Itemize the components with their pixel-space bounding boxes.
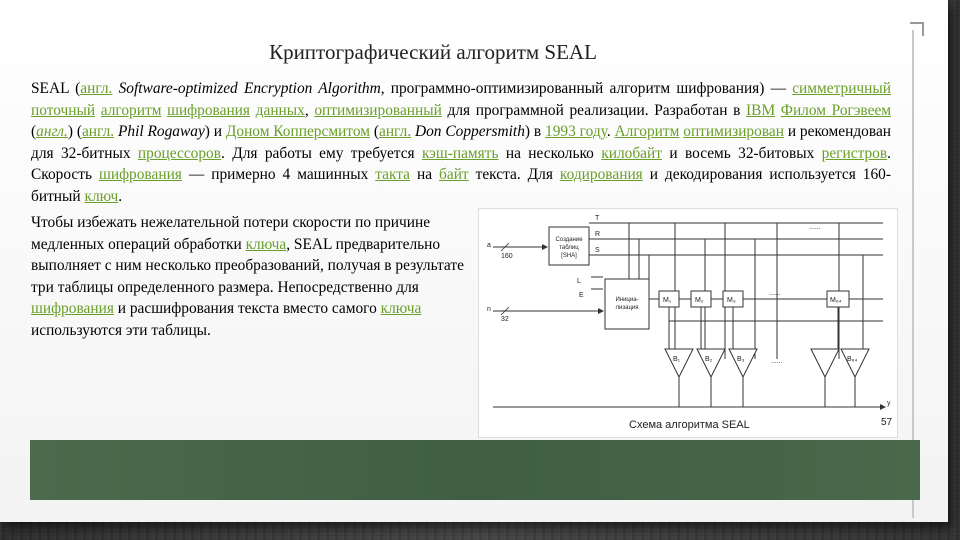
reg-label-3: M₃	[727, 297, 736, 304]
slide: Криптографический алгоритм SEAL SEAL (ан…	[0, 0, 948, 522]
slide-title: Криптографический алгоритм SEAL	[269, 40, 597, 64]
out-label-64: B₆₄	[847, 356, 857, 363]
wiki-link[interactable]: регистров	[822, 145, 887, 162]
dots-middle: ......	[769, 290, 781, 297]
text-run: для программной реализации. Разработан в	[441, 101, 747, 119]
init-box	[604, 278, 650, 330]
diagram-caption: Схема алгоритма SEAL	[629, 419, 750, 431]
wiki-link[interactable]: англ.	[36, 123, 68, 140]
text-run: на несколько	[498, 144, 602, 162]
wiki-link[interactable]: кэш-память	[422, 145, 499, 162]
text-run: , программно-оптимизированный алгоритм ш…	[380, 80, 793, 97]
intro-paragraph: SEAL (англ. Software-optimized Encryptio…	[31, 78, 891, 208]
wiki-link[interactable]: англ.	[82, 123, 114, 140]
wiki-link[interactable]: ключа	[381, 300, 422, 317]
wiki-link[interactable]: Доном Копперсмитом	[226, 123, 370, 140]
wiki-link[interactable]: шифрования	[99, 166, 182, 183]
wiki-link[interactable]: оптимизированный	[314, 102, 442, 119]
text-run: ) в	[524, 123, 546, 141]
input-a-bits: 160	[501, 253, 513, 260]
wiki-link[interactable]: процессоров	[138, 145, 221, 162]
diagram-page-number: 57	[881, 417, 893, 428]
text-run: ) (	[67, 123, 82, 141]
wiki-link[interactable]: IBM	[746, 102, 775, 119]
text-run: Software-optimized Encryption Algorithm	[118, 80, 381, 97]
text-run: Phil Rogaway	[117, 123, 205, 141]
wiki-link[interactable]: алгоритм	[101, 102, 162, 119]
footer-bar	[30, 440, 920, 500]
wiki-link[interactable]: ключ	[84, 188, 118, 205]
wiki-link[interactable]: ключа	[246, 236, 287, 253]
wiki-link[interactable]: 1993 году	[545, 123, 607, 140]
svg-text:Создание: Создание	[555, 237, 583, 243]
text-run: .	[118, 187, 123, 205]
wiki-link[interactable]: англ.	[80, 80, 112, 97]
wiki-link[interactable]: килобайт	[601, 145, 662, 162]
signal-l: L	[577, 278, 581, 285]
text-run: на	[410, 166, 440, 184]
text-run: (	[369, 123, 379, 141]
text-run: Don Coppersmith	[415, 123, 525, 141]
wiki-link[interactable]: Алгоритм	[615, 123, 680, 140]
dots-top: ......	[809, 224, 821, 231]
input-n-label: n	[487, 306, 491, 313]
text-run: ,	[304, 101, 315, 119]
wiki-link[interactable]: Филом Рогэвеем	[781, 102, 891, 119]
corner-decoration	[910, 22, 924, 36]
signal-r: R	[595, 231, 600, 238]
text-run: SEAL (	[31, 80, 81, 97]
wiki-link[interactable]: такта	[375, 166, 410, 183]
seal-diagram: a 160 Создание таблиц [SHA] T R S ......…	[478, 208, 898, 438]
out-label-2: B₂	[705, 356, 713, 363]
wiki-link[interactable]: данных	[256, 102, 305, 119]
svg-text:таблиц: таблиц	[559, 245, 579, 251]
signal-s: S	[595, 247, 600, 254]
out-label-3: B₃	[737, 356, 745, 363]
reg-label-1: M₁	[663, 297, 672, 304]
input-a-label: a	[487, 242, 491, 249]
input-n-bits: 32	[501, 316, 509, 323]
key-paragraph: Чтобы избежать нежелательной потери скор…	[31, 212, 471, 342]
text-run: . Для работы ему требуется	[221, 144, 422, 162]
out-label-1: B₁	[673, 356, 681, 363]
signal-t: T	[595, 215, 600, 222]
wiki-link[interactable]: шифрования	[167, 102, 250, 119]
reg-label-2: M₂	[695, 297, 704, 304]
text-run: — примерно 4 машинных	[181, 166, 376, 184]
wiki-link[interactable]: шифрования	[31, 300, 114, 317]
wiki-link[interactable]: симметричный	[792, 80, 891, 97]
wiki-link[interactable]: поточный	[31, 102, 95, 119]
svg-text:Инициа-: Инициа-	[615, 297, 638, 303]
wiki-link[interactable]: англ.	[379, 123, 411, 140]
text-run: и восемь 32-битовых	[661, 144, 822, 162]
signal-e: E	[579, 292, 584, 299]
wiki-link[interactable]: кодирования	[560, 166, 643, 183]
text-run: .	[606, 123, 615, 141]
wiki-link[interactable]: байт	[439, 166, 469, 183]
text-run: и расшифрования текста вместо самого	[113, 300, 381, 318]
output-y-label: y	[887, 400, 891, 407]
wiki-link[interactable]: оптимизирован	[683, 123, 784, 140]
reg-label-64: M₆₄	[830, 297, 842, 304]
text-run: текста. Для	[468, 166, 560, 184]
dots-bottom: ......	[771, 358, 783, 365]
text-run: ) и	[204, 123, 226, 141]
text-run: используются эти таблицы.	[31, 321, 211, 339]
svg-text:лизация: лизация	[616, 305, 639, 311]
svg-text:[SHA]: [SHA]	[561, 253, 577, 259]
